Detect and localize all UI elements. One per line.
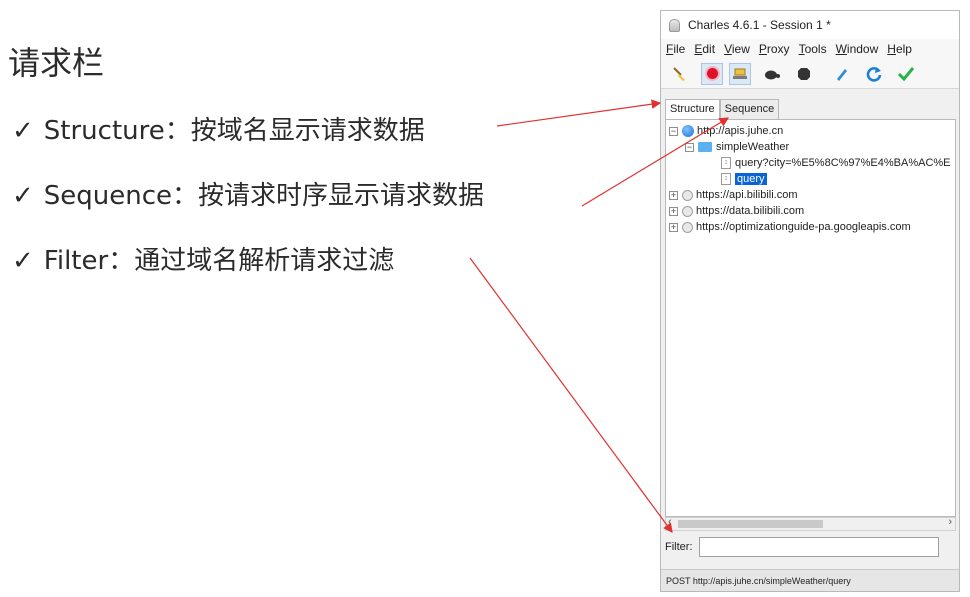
expand-icon[interactable]: + (669, 190, 678, 200)
tree-file-row-selected[interactable]: ↕ query (721, 171, 767, 187)
file-icon: ↕ (721, 173, 731, 185)
host-label: http://apis.juhe.cn (697, 125, 784, 137)
check-icon: ✓ (12, 181, 34, 211)
scroll-thumb[interactable] (678, 520, 823, 528)
secure-host-icon (682, 221, 693, 233)
slide-title: 请求栏 (8, 44, 105, 82)
structure-tree: − http://apis.juhe.cn − simpleWeather ↕ … (665, 119, 956, 517)
menu-bar: File Edit View Proxy Tools Window Help (661, 39, 959, 59)
status-bar: POST http://apis.juhe.cn/simpleWeather/q… (661, 569, 959, 591)
bullet-structure: ✓ Structure：按域名显示请求数据 (12, 110, 425, 147)
arrow-to-structure-tab (496, 99, 662, 127)
throttle-icon[interactable] (729, 62, 751, 85)
host-label: https://optimizationguide-pa.googleapis.… (696, 221, 911, 233)
turtle-icon[interactable] (761, 63, 783, 85)
menu-help[interactable]: Help (887, 42, 912, 56)
charles-app-icon (669, 18, 680, 32)
filter-label: Filter: (665, 541, 693, 553)
collapse-icon[interactable]: − (669, 126, 678, 136)
tree-file-row[interactable]: ↕ query?city=%E5%8C%97%E4%BA%AC%E (721, 155, 951, 171)
horizontal-scrollbar[interactable]: ‹ › (665, 516, 956, 531)
bullet-text: Sequence：按请求时序显示请求数据 (43, 181, 485, 211)
menu-file[interactable]: File (666, 42, 685, 56)
bullet-text: Filter：通过域名解析请求过滤 (43, 246, 395, 276)
tree-folder-row[interactable]: − simpleWeather (685, 139, 789, 155)
scroll-right-icon[interactable]: › (948, 516, 952, 528)
file-icon: ↕ (721, 157, 731, 169)
check-icon: ✓ (12, 246, 34, 276)
menu-tools[interactable]: Tools (799, 42, 827, 56)
pen-icon[interactable] (831, 63, 853, 85)
globe-icon (682, 125, 694, 137)
bullet-sequence: ✓ Sequence：按请求时序显示请求数据 (12, 175, 484, 212)
scroll-left-icon[interactable]: ‹ (668, 516, 672, 528)
secure-host-icon (682, 189, 693, 201)
file-label: query (735, 173, 767, 185)
collapse-icon[interactable]: − (685, 142, 694, 152)
refresh-icon[interactable] (863, 63, 885, 85)
check-icon[interactable] (895, 63, 917, 85)
bullet-filter: ✓ Filter：通过域名解析请求过滤 (12, 240, 394, 277)
secure-host-icon (682, 205, 693, 217)
menu-proxy[interactable]: Proxy (759, 42, 790, 56)
folder-label: simpleWeather (716, 141, 790, 153)
tab-sequence[interactable]: Sequence (719, 99, 780, 119)
charles-window: Charles 4.6.1 - Session 1 * File Edit Vi… (660, 10, 960, 592)
toolbar (661, 59, 959, 89)
broom-icon[interactable] (669, 63, 691, 85)
tab-structure[interactable]: Structure (665, 99, 720, 120)
tree-host-row[interactable]: + https://optimizationguide-pa.googleapi… (669, 219, 911, 235)
folder-icon (698, 142, 712, 152)
tree-host-row[interactable]: + https://api.bilibili.com (669, 187, 798, 203)
filter-input[interactable] (698, 537, 939, 557)
check-icon: ✓ (12, 116, 34, 146)
arrow-to-filter (469, 257, 673, 533)
menu-window[interactable]: Window (836, 42, 879, 56)
stop-icon[interactable] (793, 63, 815, 85)
record-icon[interactable] (701, 62, 723, 85)
host-label: https://api.bilibili.com (696, 189, 798, 201)
file-label: query?city=%E5%8C%97%E4%BA%AC%E (735, 157, 951, 169)
menu-edit[interactable]: Edit (694, 42, 715, 56)
expand-icon[interactable]: + (669, 222, 678, 232)
expand-icon[interactable]: + (669, 206, 678, 216)
filter-bar: Filter: (665, 535, 956, 559)
window-title: Charles 4.6.1 - Session 1 * (688, 18, 831, 32)
view-tabs: Structure Sequence (665, 99, 780, 120)
tree-host-row[interactable]: + https://data.bilibili.com (669, 203, 804, 219)
menu-view[interactable]: View (724, 42, 750, 56)
tree-host-row[interactable]: − http://apis.juhe.cn (669, 123, 783, 139)
title-bar: Charles 4.6.1 - Session 1 * (661, 11, 959, 39)
bullet-text: Structure：按域名显示请求数据 (43, 116, 425, 146)
host-label: https://data.bilibili.com (696, 205, 805, 217)
